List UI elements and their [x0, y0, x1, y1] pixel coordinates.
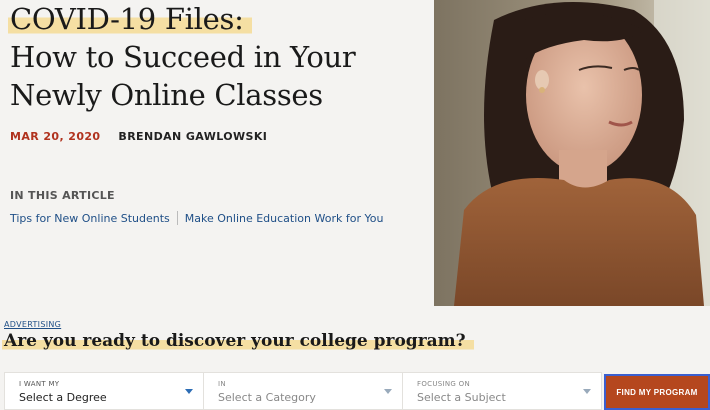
subject-select[interactable]: FOCUSING ON Select a Subject	[403, 373, 601, 409]
student-photo-image	[434, 0, 710, 306]
program-prompt: Are you ready to discover your college p…	[2, 331, 474, 351]
program-search-bar: I WANT MY Select a Degree IN Select a Ca…	[4, 372, 602, 410]
category-select-label: IN	[218, 380, 226, 388]
article-meta: MAR 20, 2020 BRENDAN GAWLOWSKI	[10, 130, 267, 143]
category-select-value: Select a Category	[218, 391, 316, 404]
chevron-down-icon	[384, 389, 392, 394]
find-my-program-button[interactable]: FIND MY PROGRAM	[604, 374, 710, 410]
category-select[interactable]: IN Select a Category	[204, 373, 403, 409]
article-toc: Tips for New Online Students Make Online…	[10, 211, 383, 225]
article-title: COVID-19 Files: How to Succeed in Your N…	[8, 0, 430, 114]
toc-divider	[176, 211, 178, 225]
author-name: BRENDAN GAWLOWSKI	[118, 130, 268, 143]
subject-select-value: Select a Subject	[417, 391, 506, 404]
in-this-article-heading: IN THIS ARTICLE	[10, 189, 115, 202]
degree-select-label: I WANT MY	[19, 380, 60, 388]
publish-date: MAR 20, 2020	[10, 130, 101, 143]
title-line-2: How to Succeed in Your	[10, 40, 356, 74]
hero-photo	[434, 0, 710, 306]
subject-select-label: FOCUSING ON	[417, 380, 470, 388]
degree-select-value: Select a Degree	[19, 391, 107, 404]
degree-select[interactable]: I WANT MY Select a Degree	[5, 373, 204, 409]
chevron-down-icon	[185, 389, 193, 394]
title-highlighted-line: COVID-19 Files:	[8, 2, 252, 36]
chevron-down-icon	[583, 389, 591, 394]
program-prompt-text: Are you ready to discover your college p…	[2, 331, 474, 351]
toc-link-tips[interactable]: Tips for New Online Students	[10, 212, 170, 225]
toc-link-make-work[interactable]: Make Online Education Work for You	[185, 212, 384, 225]
advertising-label[interactable]: ADVERTISING	[4, 320, 61, 329]
article-header: COVID-19 Files: How to Succeed in Your N…	[8, 0, 430, 114]
title-line-3: Newly Online Classes	[10, 78, 323, 112]
